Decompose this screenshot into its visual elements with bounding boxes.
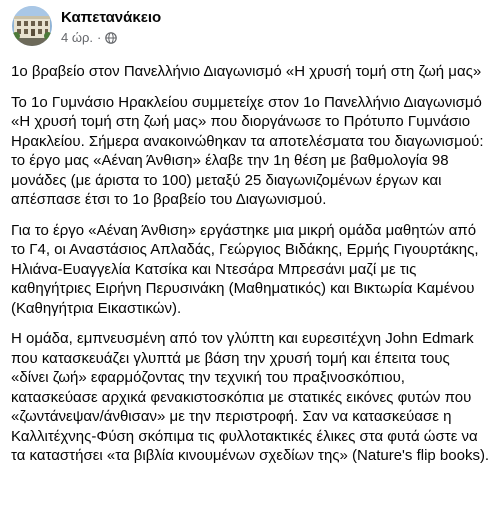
facebook-post: Καπετανάκειο 4 ώρ. · 1ο βραβείο στον Παν…: [0, 0, 498, 527]
post-subline: 4 ώρ. ·: [61, 29, 161, 46]
globe-icon[interactable]: [105, 31, 118, 44]
post-paragraph: Για το έργο «Αέναη Άνθιση» εργάστηκε μια…: [11, 221, 479, 317]
post-title-paragraph: 1ο βραβείο στον Πανελλήνιο Διαγωνισμό «Η…: [11, 63, 482, 80]
post-paragraph: Η ομάδα, εμπνευσμένη από τον γλύπτη και …: [11, 330, 490, 464]
page-avatar[interactable]: [12, 6, 52, 46]
post-paragraph: Το 1ο Γυμνάσιο Ηρακλείου συμμετείχε στον…: [11, 93, 484, 209]
page-name-link[interactable]: Καπετανάκειο: [61, 8, 161, 27]
separator-dot: ·: [97, 30, 102, 45]
school-building-photo-icon: [12, 6, 52, 46]
post-header: Καπετανάκειο 4 ώρ. ·: [12, 6, 161, 50]
post-body: 1ο βραβείο στον Πανελλήνιο Διαγωνισμό «Η…: [11, 62, 491, 477]
post-meta: Καπετανάκειο 4 ώρ. ·: [61, 8, 161, 46]
post-timestamp[interactable]: 4 ώρ.: [61, 29, 93, 46]
